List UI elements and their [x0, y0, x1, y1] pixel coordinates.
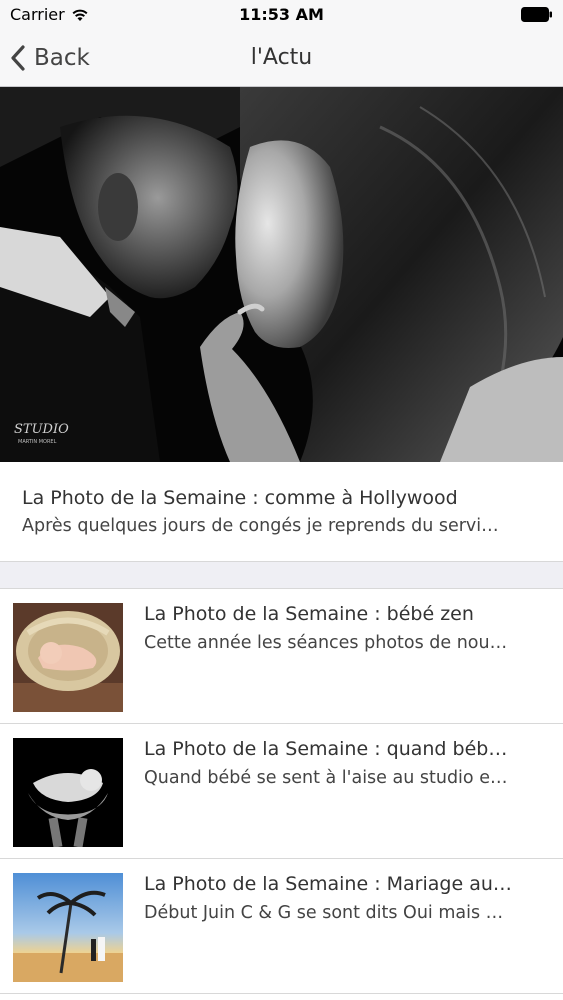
baby-in-basket-image	[13, 603, 123, 712]
beach-wedding-image	[13, 873, 123, 982]
studio-watermark: STUDIO	[14, 422, 69, 437]
baby-in-hands-image	[13, 738, 123, 847]
featured-article[interactable]: La Photo de la Semaine : comme à Hollywo…	[0, 462, 563, 562]
featured-article-subtitle: Après quelques jours de congés je repren…	[22, 516, 499, 536]
article-thumbnail	[13, 603, 123, 712]
featured-image[interactable]: STUDIO MARTIN MOREL	[0, 87, 563, 462]
article-thumbnail	[13, 873, 123, 982]
article-subtitle: Début Juin C & G se sont dits Oui mais …	[144, 903, 504, 923]
couple-photo: STUDIO MARTIN MOREL	[0, 87, 563, 462]
studio-watermark-sub: MARTIN MOREL	[18, 439, 57, 445]
status-bar: Carrier 11:53 AM	[0, 0, 563, 30]
status-time: 11:53 AM	[239, 5, 324, 24]
list-item[interactable]: La Photo de la Semaine : Mariage au… Déb…	[0, 859, 563, 994]
article-thumbnail	[13, 738, 123, 847]
page-title: l'Actu	[250, 45, 313, 70]
article-title: La Photo de la Semaine : Mariage au…	[144, 873, 512, 895]
section-separator	[0, 562, 563, 589]
article-title: La Photo de la Semaine : quand béb…	[144, 738, 508, 760]
list-item[interactable]: La Photo de la Semaine : bébé zen Cette …	[0, 589, 563, 724]
featured-article-title: La Photo de la Semaine : comme à Hollywo…	[22, 487, 458, 509]
article-title: La Photo de la Semaine : bébé zen	[144, 603, 474, 625]
navigation-bar: Back l'Actu	[0, 30, 563, 87]
article-subtitle: Quand bébé se sent à l'aise au studio e…	[144, 768, 508, 788]
list-item[interactable]: La Photo de la Semaine : quand béb… Quan…	[0, 724, 563, 859]
article-subtitle: Cette année les séances photos de nou…	[144, 633, 508, 653]
battery-icon	[521, 7, 552, 22]
